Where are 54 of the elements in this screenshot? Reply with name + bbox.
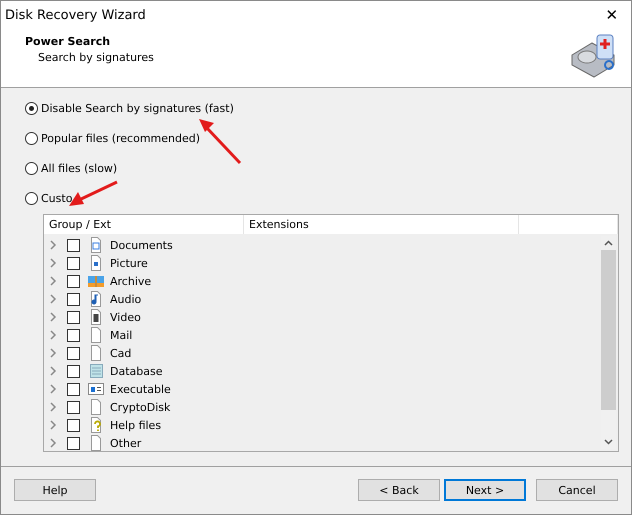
file-group-name: Help files xyxy=(110,418,162,432)
row-checkbox[interactable] xyxy=(67,418,80,432)
file-icon xyxy=(88,345,104,361)
radio-label[interactable]: Disable Search by signatures (fast) xyxy=(41,102,234,114)
file-icon xyxy=(88,399,104,415)
music-file-icon xyxy=(88,291,104,307)
row-checkbox[interactable] xyxy=(67,436,80,450)
row-checkbox[interactable] xyxy=(67,328,80,342)
file-group-name: Mail xyxy=(110,328,132,342)
radio-button[interactable] xyxy=(25,102,38,114)
window-title: Disk Recovery Wizard xyxy=(5,8,146,22)
row-checkbox[interactable] xyxy=(67,382,80,396)
file-group-name: CryptoDisk xyxy=(110,400,170,414)
file-group-name: Cad xyxy=(110,346,132,360)
radio-button[interactable] xyxy=(25,192,38,204)
file-group-name: Archive xyxy=(110,274,152,288)
page-title: Power Search xyxy=(25,35,112,48)
arrow-annotation xyxy=(198,117,244,167)
file-group-name: Video xyxy=(110,310,141,324)
file-icon xyxy=(88,327,104,343)
help-file-icon xyxy=(88,417,104,433)
video-file-icon xyxy=(88,309,104,325)
row-checkbox[interactable] xyxy=(67,400,80,414)
wizard-button[interactable]: Next > xyxy=(444,479,526,501)
file-icon xyxy=(88,435,104,451)
file-group-name: Executable xyxy=(110,382,171,396)
wizard-button[interactable]: Help xyxy=(14,479,96,501)
row-checkbox[interactable] xyxy=(67,364,80,378)
folder-icon xyxy=(88,273,104,289)
radio-button[interactable] xyxy=(25,162,38,174)
row-checkbox[interactable] xyxy=(67,346,80,360)
notepad-icon xyxy=(88,363,104,379)
radio-label[interactable]: All files (slow) xyxy=(41,162,118,174)
document-icon xyxy=(88,237,104,253)
picture-icon xyxy=(88,255,104,271)
row-checkbox[interactable] xyxy=(67,274,80,288)
file-group-name: Other xyxy=(110,436,142,450)
radio-label[interactable]: Custo xyxy=(41,192,72,204)
row-checkbox[interactable] xyxy=(67,238,80,252)
file-group-name: Database xyxy=(110,364,162,378)
close-button[interactable]: ✕ xyxy=(597,2,627,28)
radio-button[interactable] xyxy=(25,132,38,144)
wizard-button[interactable]: Cancel xyxy=(536,479,618,501)
file-group-name: Picture xyxy=(110,256,148,270)
row-checkbox[interactable] xyxy=(67,292,80,306)
radio-label[interactable]: Popular files (recommended) xyxy=(41,132,200,144)
row-checkbox[interactable] xyxy=(67,256,80,270)
scroll-thumb[interactable] xyxy=(601,250,616,410)
file-group-name: Audio xyxy=(110,292,142,306)
file-group-name: Documents xyxy=(110,238,173,252)
row-checkbox[interactable] xyxy=(67,310,80,324)
page-subtitle: Search by signatures xyxy=(37,51,154,64)
wizard-button[interactable]: < Back xyxy=(358,479,440,501)
window-icon xyxy=(88,381,104,397)
